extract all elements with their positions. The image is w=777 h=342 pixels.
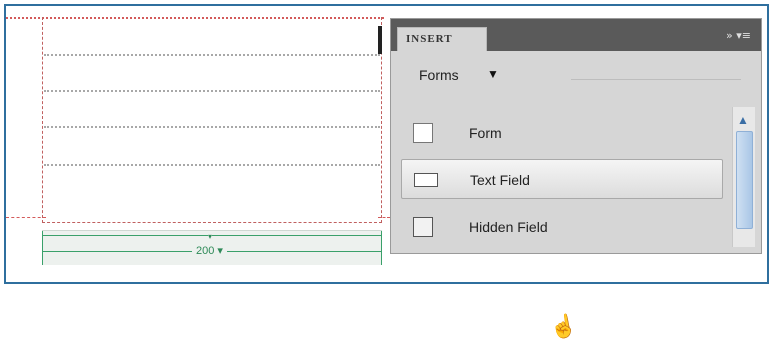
insert-item-text-field[interactable]: Text Field ☝: [401, 159, 723, 341]
insert-panel: INSERT » ▾≡ Forms ▼ Form Text Field ☝ Hi…: [390, 18, 762, 341]
panel-scrollbar[interactable]: ▲: [732, 107, 755, 247]
table-row-divider: [44, 54, 380, 56]
insert-item-label: Text Field: [470, 172, 530, 188]
category-divider: [571, 79, 741, 80]
table-width-caret: ▾: [217, 245, 223, 257]
table-outline[interactable]: [42, 17, 382, 223]
hidden-field-icon: [413, 217, 433, 237]
column-header-caret[interactable]: ▾: [208, 232, 213, 241]
insert-item-hidden-field[interactable]: Hidden Field: [401, 207, 723, 247]
screenshot-frame: ▾ 200 ▾ INSERT » ▾≡ Forms ▼ Form Text Fi…: [4, 4, 769, 341]
scroll-up-icon[interactable]: ▲: [737, 113, 749, 127]
panel-header: INSERT » ▾≡: [391, 19, 761, 51]
category-dropdown[interactable]: Forms: [419, 67, 459, 83]
text-field-icon: [414, 173, 438, 187]
insert-item-label: Form: [469, 125, 502, 141]
category-dropdown-arrow-icon[interactable]: ▼: [487, 67, 499, 81]
insert-item-form[interactable]: Form: [401, 113, 723, 153]
table-row-divider: [44, 126, 380, 128]
table-row-divider: [44, 164, 380, 166]
width-tick-right: [381, 231, 382, 265]
width-tick-left: [42, 231, 43, 265]
table-bottom-guide: [6, 217, 46, 218]
scrollbar-thumb[interactable]: [736, 131, 753, 229]
table-resize-handle[interactable]: [378, 26, 382, 54]
insert-item-label: Hidden Field: [469, 219, 548, 235]
table-width-bar[interactable]: ▾ 200 ▾: [42, 230, 382, 265]
hand-pointer-cursor-icon: ☝: [547, 311, 580, 342]
design-view: ▾ 200 ▾: [6, 6, 390, 276]
panel-menu-icon[interactable]: » ▾≡: [726, 29, 751, 42]
tab-insert[interactable]: INSERT: [397, 27, 487, 51]
table-width-label[interactable]: 200 ▾: [192, 244, 227, 257]
table-bottom-guide-right: [378, 217, 390, 218]
form-icon: [413, 123, 433, 143]
table-row-divider: [44, 90, 380, 92]
table-width-value: 200: [196, 245, 215, 257]
tab-insert-label: INSERT: [406, 33, 453, 45]
